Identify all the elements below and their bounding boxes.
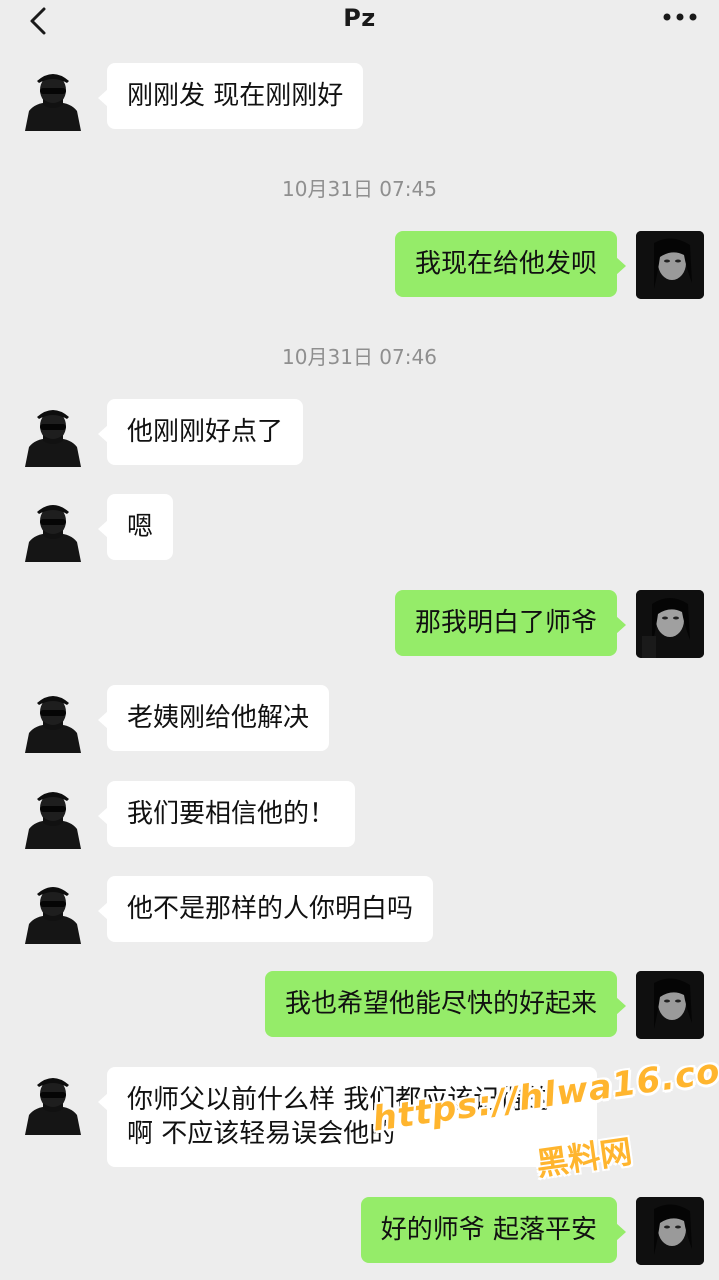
contact-avatar[interactable] — [19, 63, 87, 131]
timestamp: 10月31日 07:45 — [282, 177, 437, 201]
self-avatar[interactable] — [636, 590, 704, 658]
contact-avatar[interactable] — [19, 1067, 87, 1135]
chat-title: Pz — [343, 4, 376, 32]
self-avatar[interactable] — [636, 1197, 704, 1265]
self-avatar[interactable] — [636, 231, 704, 299]
watermark-url: https://hlwa16.com — [370, 1046, 719, 1140]
message-bubble-incoming[interactable]: 嗯 — [97, 494, 174, 560]
message-bubble-outgoing[interactable]: 那我明白了师爷 — [394, 590, 627, 656]
message-bubble-incoming[interactable]: 刚刚发 现在刚刚好 — [97, 63, 364, 129]
contact-avatar[interactable] — [19, 781, 87, 849]
contact-avatar[interactable] — [19, 685, 87, 753]
chat-header: Pz — [0, 0, 719, 50]
contact-avatar[interactable] — [19, 399, 87, 467]
contact-avatar[interactable] — [19, 494, 87, 562]
self-avatar[interactable] — [636, 971, 704, 1039]
timestamp: 10月31日 07:46 — [282, 345, 437, 369]
message-bubble-incoming[interactable]: 他不是那样的人你明白吗 — [97, 876, 434, 942]
message-bubble-incoming[interactable]: 他刚刚好点了 — [97, 399, 304, 465]
message-bubble-incoming[interactable]: 老姨刚给他解决 — [97, 685, 330, 751]
message-bubble-incoming[interactable]: 我们要相信他的！ — [97, 781, 356, 847]
watermark-label: 黑料网 — [533, 1132, 635, 1184]
message-bubble-outgoing[interactable]: 我也希望他能尽快的好起来 — [264, 971, 627, 1037]
contact-avatar[interactable] — [19, 876, 87, 944]
more-dots-icon[interactable] — [663, 13, 697, 21]
message-bubble-outgoing[interactable]: 我现在给他发呗 — [394, 231, 627, 297]
